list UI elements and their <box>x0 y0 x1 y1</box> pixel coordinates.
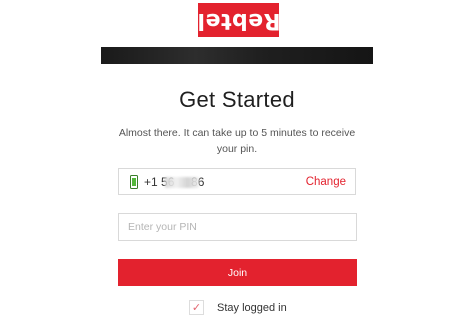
stay-logged-in-row: ✓ Stay logged in <box>189 300 287 315</box>
checkmark-icon: ✓ <box>191 301 202 314</box>
phone-number-text: +1 56 86 <box>144 175 204 189</box>
pin-input[interactable] <box>118 213 357 241</box>
rebtel-logo: Rebtel <box>196 3 281 37</box>
hero-image-strip <box>101 47 373 64</box>
change-phone-link[interactable]: Change <box>306 176 346 188</box>
logo-text: Rebtel <box>196 7 281 33</box>
page-subtitle: Almost there. It can take up to 5 minute… <box>118 127 356 155</box>
join-button[interactable]: Join <box>118 259 357 286</box>
stay-logged-in-label: Stay logged in <box>217 301 287 314</box>
phone-battery-icon <box>130 174 138 189</box>
stay-logged-in-checkbox[interactable]: ✓ <box>189 300 204 315</box>
page-title: Get Started <box>179 87 295 112</box>
phone-number-redaction <box>165 176 199 188</box>
get-started-page: Rebtel Get Started Almost there. It can … <box>0 0 474 332</box>
phone-number-field: +1 56 86 Change <box>118 168 356 195</box>
